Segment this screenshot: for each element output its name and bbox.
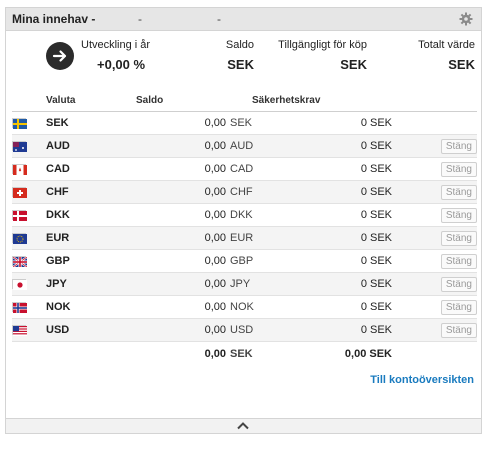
usa-flag-icon <box>12 325 27 337</box>
eu-flag-icon <box>12 233 27 245</box>
saldo-unit: SEK <box>230 117 253 129</box>
development-label: Utveckling i år <box>81 39 151 51</box>
margin-requirement: 0 SEK <box>252 203 392 227</box>
available-value: SEK <box>340 57 367 72</box>
japan-flag-icon <box>12 279 27 291</box>
saldo-amount: 0,00 <box>204 278 226 290</box>
saldo-value: SEK <box>227 57 254 72</box>
denmark-flag-icon <box>12 210 27 222</box>
table-row: SEK 0,00 SEK 0 SEK <box>12 111 477 135</box>
switzerland-flag-icon <box>12 187 27 199</box>
header-placeholder-1: - <box>138 12 142 26</box>
widget-title: Mina innehav - <box>12 12 96 26</box>
table-row: DKK 0,00 DKK 0 SEK Stäng <box>12 203 477 227</box>
saldo-unit: EUR <box>230 232 254 244</box>
margin-requirement: 0 SEK <box>252 134 392 158</box>
available-label: Tillgängligt för köp <box>278 39 367 51</box>
currency-code: CHF <box>46 180 136 204</box>
saldo-amount: 0,00 <box>204 232 226 244</box>
table-row: CAD 0,00 CAD 0 SEK Stäng <box>12 157 477 181</box>
collapse-bar[interactable] <box>6 418 481 433</box>
uk-flag-icon <box>12 256 28 268</box>
margin-requirement: 0 SEK <box>252 180 392 204</box>
column-header-margin: Säkerhetskrav <box>252 89 392 112</box>
norway-flag-icon <box>12 302 27 314</box>
column-header-currency: Valuta <box>46 89 136 112</box>
total-value-label: Totalt värde <box>418 39 475 51</box>
development-value: +0,00 % <box>97 57 146 72</box>
saldo-unit: DKK <box>230 209 253 221</box>
header-placeholder-2: - <box>217 12 221 26</box>
total-saldo-unit: SEK <box>230 348 253 360</box>
table-row: GBP 0,00 GBP 0 SEK Stäng <box>12 249 477 273</box>
saldo-amount: 0,00 <box>204 117 226 129</box>
account-overview-link[interactable]: Till kontoöversikten <box>370 374 474 386</box>
saldo-unit: NOK <box>230 301 254 313</box>
holdings-widget: Mina innehav - - - Utveckling i år +0,00… <box>5 7 482 434</box>
saldo-amount: 0,00 <box>204 209 226 221</box>
close-position-button[interactable]: Stäng <box>440 161 477 177</box>
close-position-button[interactable]: Stäng <box>440 276 477 292</box>
table-row: CHF 0,00 CHF 0 SEK Stäng <box>12 180 477 204</box>
saldo-label: Saldo <box>225 39 254 51</box>
table-row: NOK 0,00 NOK 0 SEK Stäng <box>12 295 477 319</box>
margin-requirement: 0 SEK <box>252 295 392 319</box>
currency-code: USD <box>46 318 136 342</box>
margin-requirement: 0 SEK <box>252 318 392 342</box>
gear-icon[interactable] <box>459 12 473 26</box>
currency-code: GBP <box>46 249 136 273</box>
currency-code: DKK <box>46 203 136 227</box>
close-position-button[interactable]: Stäng <box>440 230 477 246</box>
close-position-button[interactable]: Stäng <box>440 138 477 154</box>
close-position-button[interactable]: Stäng <box>440 207 477 223</box>
close-position-button[interactable]: Stäng <box>440 322 477 338</box>
saldo-amount: 0,00 <box>204 324 226 336</box>
sweden-flag-icon <box>12 118 27 130</box>
total-row: 0,00 SEK 0,00 SEK <box>12 341 477 366</box>
saldo-amount: 0,00 <box>204 163 226 175</box>
saldo-unit: GBP <box>230 255 254 267</box>
saldo-amount: 0,00 <box>204 301 226 313</box>
australia-flag-icon <box>12 141 27 153</box>
margin-requirement: 0 SEK <box>252 111 392 135</box>
saldo-amount: 0,00 <box>204 140 226 152</box>
column-header-saldo: Saldo <box>136 89 252 112</box>
margin-requirement: 0 SEK <box>252 226 392 250</box>
table-row: EUR 0,00 EUR 0 SEK Stäng <box>12 226 477 250</box>
canada-flag-icon <box>12 164 27 176</box>
saldo-amount: 0,00 <box>204 186 226 198</box>
saldo-unit: JPY <box>230 278 251 290</box>
arrow-right-circle-icon[interactable] <box>46 42 74 70</box>
currency-code: EUR <box>46 226 136 250</box>
total-saldo: 0,00 <box>204 348 226 360</box>
currency-code: SEK <box>46 111 136 135</box>
close-position-button[interactable]: Stäng <box>440 253 477 269</box>
total-value: SEK <box>448 57 475 72</box>
total-margin: 0,00 SEK <box>252 341 392 366</box>
saldo-unit: USD <box>230 324 254 336</box>
close-position-button[interactable]: Stäng <box>440 184 477 200</box>
widget-header: Mina innehav - - - <box>6 8 481 31</box>
close-position-button[interactable]: Stäng <box>440 299 477 315</box>
table-row: JPY 0,00 JPY 0 SEK Stäng <box>12 272 477 296</box>
saldo-unit: CAD <box>230 163 254 175</box>
margin-requirement: 0 SEK <box>252 157 392 181</box>
currency-code: NOK <box>46 295 136 319</box>
saldo-amount: 0,00 <box>204 255 226 267</box>
currency-code: AUD <box>46 134 136 158</box>
saldo-unit: AUD <box>230 140 254 152</box>
chevron-up-icon[interactable] <box>236 421 250 430</box>
currency-table: Valuta Saldo Säkerhetskrav SEK 0,00 SEK 0 S… <box>12 89 477 366</box>
margin-requirement: 0 SEK <box>252 272 392 296</box>
table-row: USD 0,00 USD 0 SEK Stäng <box>12 318 477 342</box>
table-row: AUD 0,00 AUD 0 SEK Stäng <box>12 134 477 158</box>
currency-code: CAD <box>46 157 136 181</box>
currency-code: JPY <box>46 272 136 296</box>
margin-requirement: 0 SEK <box>252 249 392 273</box>
saldo-unit: CHF <box>230 186 253 198</box>
